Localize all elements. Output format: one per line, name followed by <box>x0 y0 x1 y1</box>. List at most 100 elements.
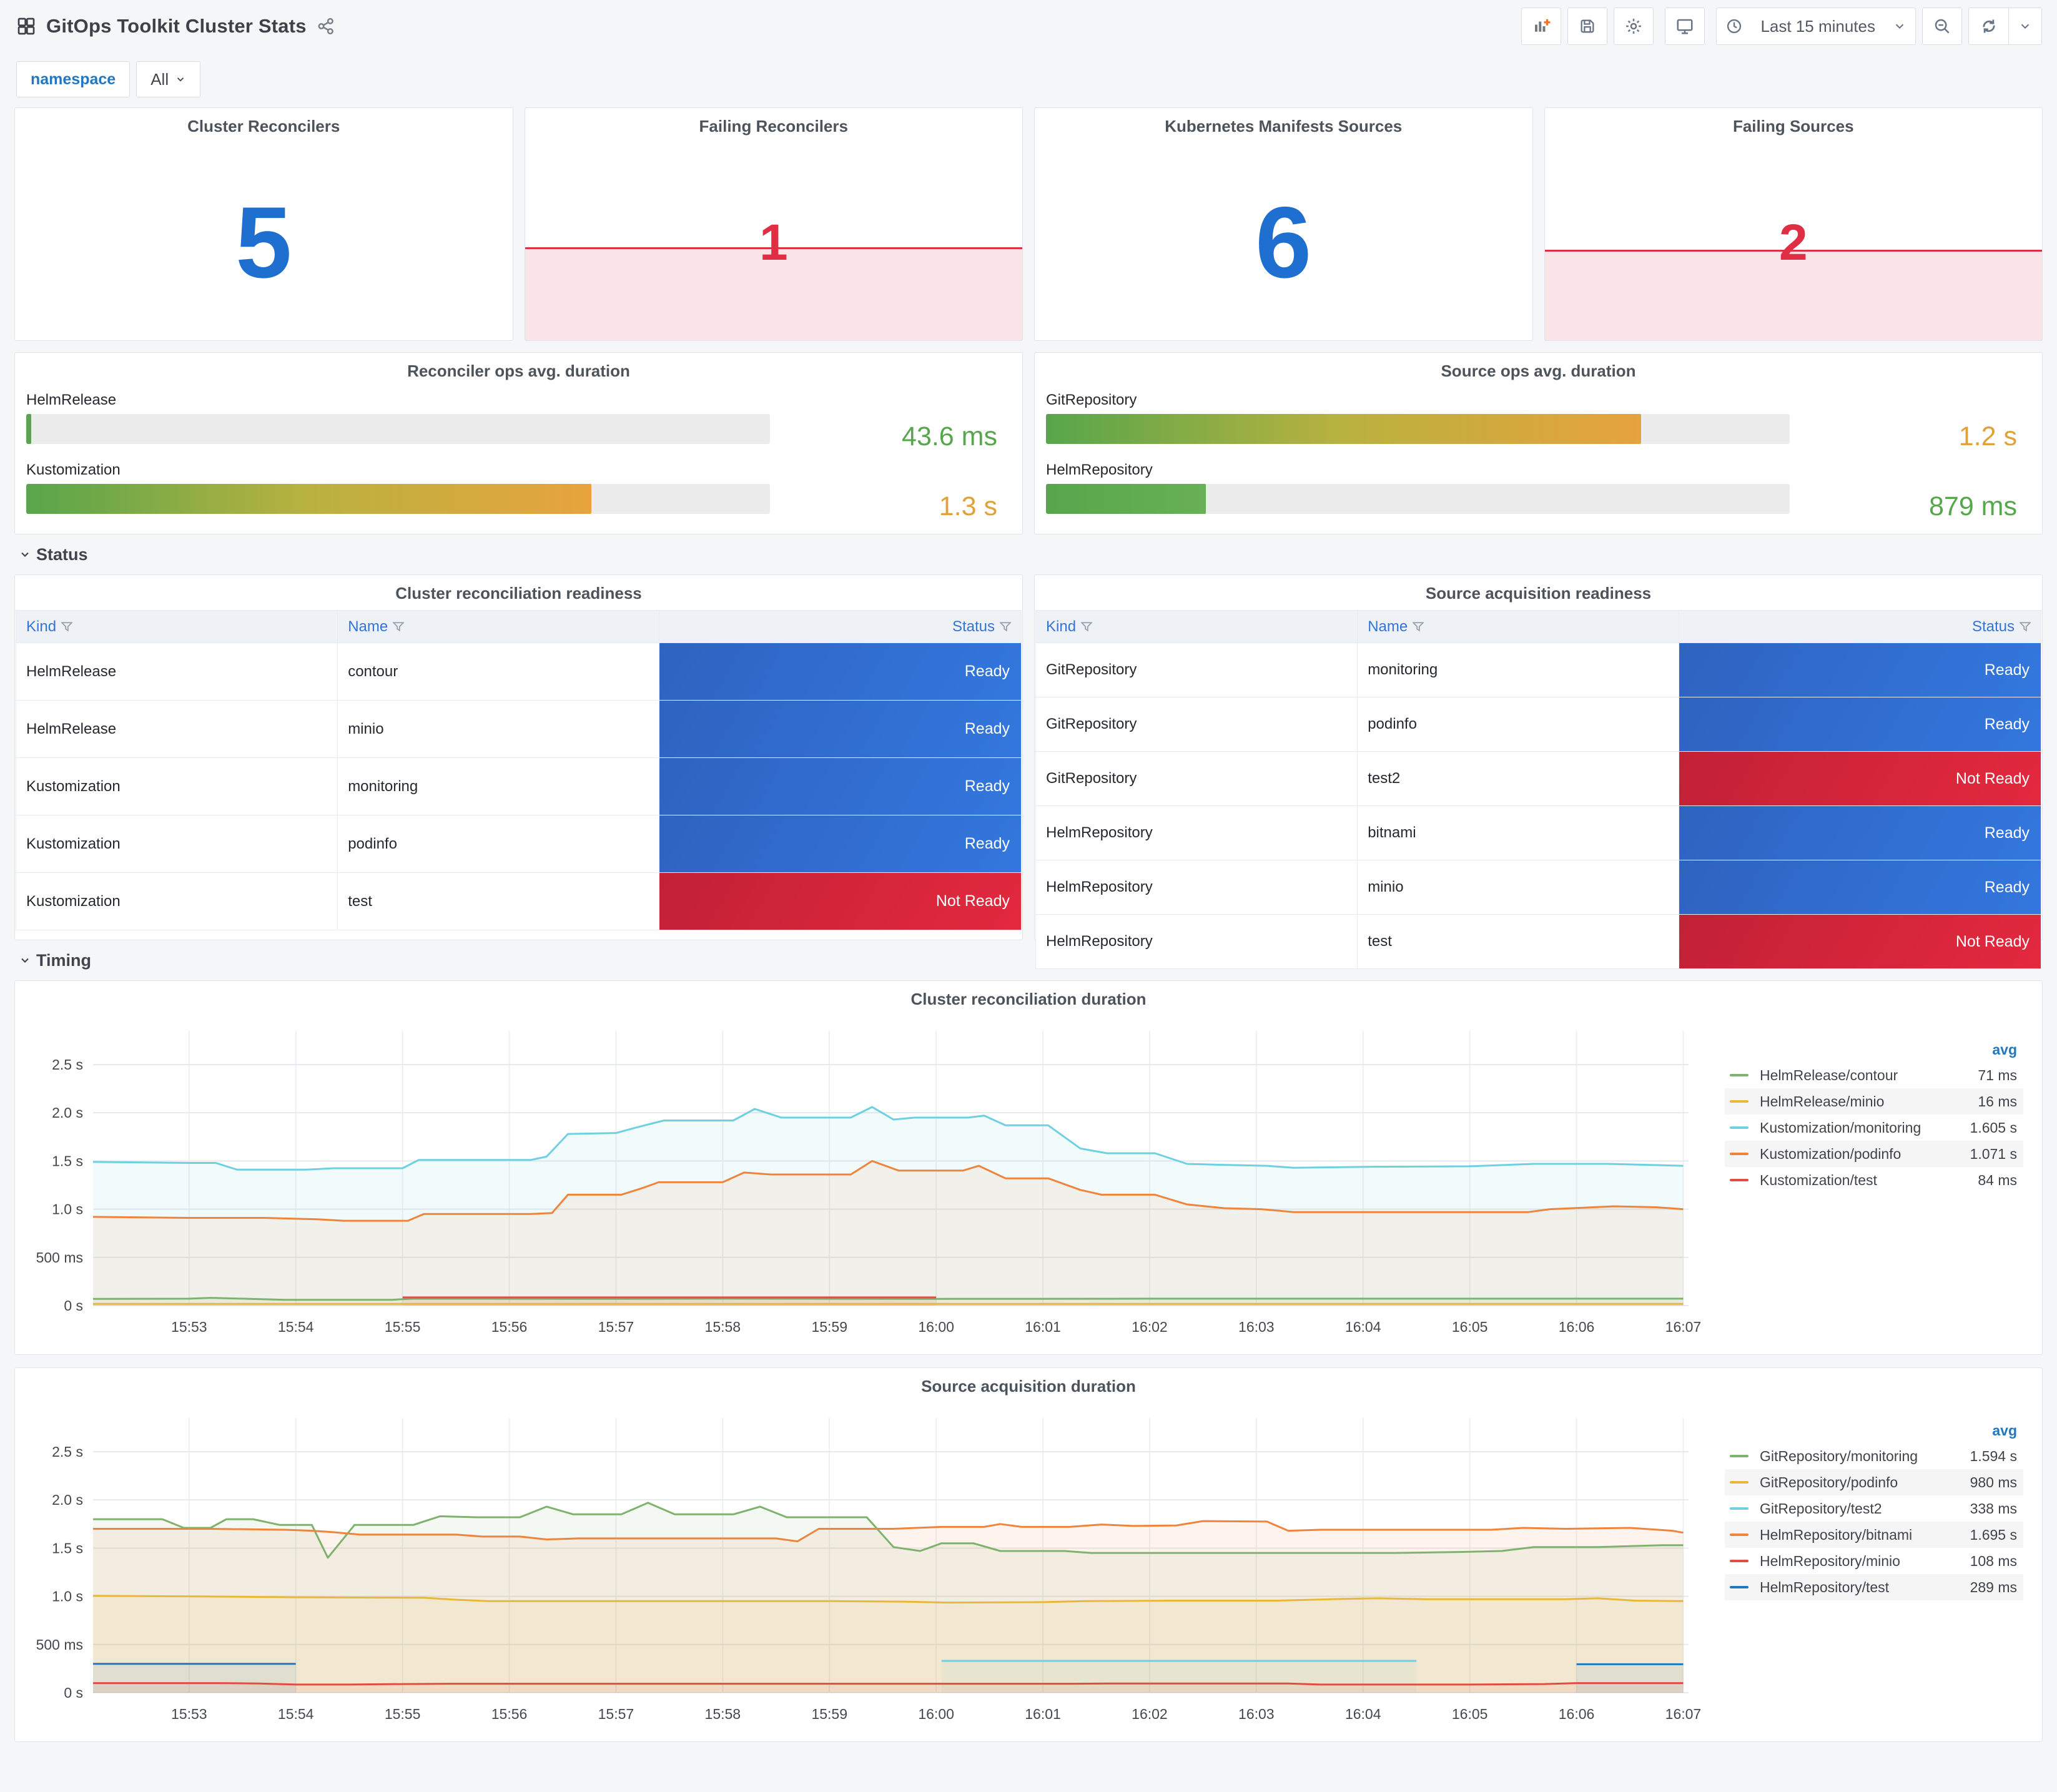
y-axis-tick-label: 2.0 s <box>52 1105 83 1121</box>
column-header-name[interactable]: Name <box>337 610 660 643</box>
legend-item[interactable]: GitRepository/podinfo 980 ms <box>1725 1469 2023 1495</box>
filter-funnel-icon[interactable] <box>61 621 73 632</box>
refresh-interval-dropdown[interactable] <box>2008 7 2042 45</box>
panel-title[interactable]: Failing Sources <box>1545 117 2043 136</box>
y-axis-tick-label: 1.5 s <box>52 1153 83 1169</box>
chevron-down-icon <box>2021 24 2030 29</box>
column-header-kind[interactable]: Kind <box>15 610 338 643</box>
x-axis-tick-label: 15:59 <box>811 1706 847 1722</box>
table-cell: GitRepository <box>1035 751 1358 806</box>
page-title: GitOps Toolkit Cluster Stats <box>46 15 307 37</box>
refresh-button[interactable] <box>1968 7 2008 45</box>
filter-funnel-icon[interactable] <box>1081 621 1093 632</box>
panel-title[interactable]: Reconciler ops avg. duration <box>15 362 1022 381</box>
legend-item[interactable]: HelmRelease/contour 71 ms <box>1725 1062 2023 1088</box>
legend-item[interactable]: Kustomization/podinfo 1.071 s <box>1725 1141 2023 1167</box>
table-row: GitRepository monitoring Ready <box>1035 642 2041 697</box>
legend-item[interactable]: HelmRepository/minio 108 ms <box>1725 1548 2023 1574</box>
cycle-view-mode-button[interactable] <box>1665 7 1705 45</box>
stat-panel-failing-reconcilers: Failing Reconcilers 1 <box>524 107 1023 341</box>
legend-item[interactable]: HelmRepository/bitnami 1.695 s <box>1725 1522 2023 1548</box>
panel-title[interactable]: Cluster reconciliation readiness <box>15 584 1022 603</box>
legend-series-name: GitRepository/podinfo <box>1760 1474 1898 1490</box>
apps-grid-icon[interactable] <box>16 16 36 36</box>
panel-title[interactable]: Kubernetes Manifests Sources <box>1035 117 1532 136</box>
y-axis-tick-label: 500 ms <box>36 1637 83 1653</box>
x-axis-tick-label: 15:53 <box>171 1319 207 1335</box>
panel-title[interactable]: Cluster Reconcilers <box>15 117 513 136</box>
section-header-status[interactable]: Status <box>0 534 2057 574</box>
stat-value: 2 <box>1778 214 1808 271</box>
legend-avg-header[interactable]: avg <box>1725 1037 2023 1062</box>
column-header-kind[interactable]: Kind <box>1035 610 1358 643</box>
table-cell: Kustomization <box>15 757 338 815</box>
legend-avg-header[interactable]: avg <box>1725 1418 2023 1443</box>
legend-series-name: HelmRepository/bitnami <box>1760 1526 1913 1543</box>
save-dashboard-button[interactable] <box>1567 7 1608 45</box>
share-icon[interactable] <box>317 17 335 36</box>
legend-item[interactable]: HelmRepository/test 289 ms <box>1725 1574 2023 1600</box>
chevron-down-icon <box>21 958 29 963</box>
status-cell: Ready <box>659 700 1022 758</box>
bargauge-label: HelmRelease <box>26 391 117 408</box>
tables-row: Cluster reconciliation readiness Kind Nam… <box>14 574 2043 969</box>
legend-series-swatch <box>1730 1455 1749 1457</box>
legend-series-swatch <box>1730 1126 1749 1129</box>
stat-value: 5 <box>235 185 292 299</box>
stat-panel-cluster-reconcilers: Cluster Reconcilers 5 <box>14 107 513 341</box>
x-axis-tick-label: 15:54 <box>278 1706 314 1722</box>
gauge-row: Reconciler ops avg. duration HelmRelease… <box>14 352 2043 534</box>
column-header-status[interactable]: Status <box>1679 610 2041 643</box>
add-panel-button[interactable] <box>1521 7 1562 45</box>
panel-title[interactable]: Failing Reconcilers <box>525 117 1023 136</box>
x-axis-tick-label: 15:55 <box>385 1319 421 1335</box>
status-cell: Ready <box>659 815 1022 873</box>
table-cell: HelmRelease <box>15 700 338 758</box>
legend-series-swatch <box>1730 1534 1749 1536</box>
y-axis-tick-label: 0 s <box>64 1685 83 1701</box>
variable-namespace-value-dropdown[interactable]: All <box>136 61 201 97</box>
bargauge-track <box>26 484 770 514</box>
stat-value: 1 <box>759 214 788 271</box>
legend-item[interactable]: Kustomization/test 84 ms <box>1725 1167 2023 1193</box>
y-axis-tick-label: 2.0 s <box>52 1492 83 1508</box>
time-range-picker[interactable]: Last 15 minutes <box>1716 7 1916 45</box>
table-cell: bitnami <box>1357 805 1680 860</box>
legend-series-name: GitRepository/test2 <box>1760 1500 1882 1517</box>
y-axis-tick-label: 0 s <box>64 1297 83 1314</box>
bargauge-track <box>26 414 770 444</box>
panel-title[interactable]: Source acquisition readiness <box>1035 584 2042 603</box>
filter-funnel-icon[interactable] <box>393 621 405 632</box>
legend-item[interactable]: GitRepository/monitoring 1.594 s <box>1725 1443 2023 1469</box>
filter-funnel-icon[interactable] <box>1413 621 1424 632</box>
panel-title[interactable]: Source ops avg. duration <box>1035 362 2042 381</box>
x-axis-tick-label: 16:03 <box>1238 1319 1275 1335</box>
table-cell: monitoring <box>1357 642 1680 697</box>
column-header-status[interactable]: Status <box>659 610 1022 643</box>
zoom-out-time-button[interactable] <box>1922 7 1962 45</box>
x-axis-tick-label: 16:07 <box>1665 1319 1702 1335</box>
dashboard-settings-button[interactable] <box>1614 7 1654 45</box>
filter-funnel-icon[interactable] <box>1000 621 1011 632</box>
bargauge-rows: GitRepository 1.2 s HelmRepository 879 ms <box>1046 389 2031 525</box>
x-axis-tick-label: 16:07 <box>1665 1706 1702 1722</box>
bargauge-value: 879 ms <box>1928 491 2017 522</box>
chevron-down-icon <box>1895 24 1904 29</box>
legend-series-swatch <box>1730 1153 1749 1155</box>
legend-item[interactable]: Kustomization/monitoring 1.605 s <box>1725 1115 2023 1141</box>
bargauge-label: GitRepository <box>1046 391 1137 408</box>
bargauge-item: Kustomization 1.3 s <box>26 461 1011 529</box>
bargauge-item: HelmRelease 43.6 ms <box>26 391 1011 459</box>
filter-funnel-icon[interactable] <box>2020 621 2031 632</box>
legend-series-name: Kustomization/podinfo <box>1760 1145 1902 1162</box>
table-cell: Kustomization <box>15 815 338 873</box>
column-header-name[interactable]: Name <box>1357 610 1680 643</box>
legend-item[interactable]: HelmRelease/minio 16 ms <box>1725 1088 2023 1115</box>
legend-series-avg: 1.594 s <box>1970 1447 2017 1464</box>
x-axis-tick-label: 15:58 <box>705 1319 741 1335</box>
legend-series-name: HelmRelease/contour <box>1760 1066 1898 1083</box>
variable-namespace-label[interactable]: namespace <box>16 61 131 97</box>
grafana-dashboard: GitOps Toolkit Cluster Stats Last 15 min… <box>0 0 2057 1792</box>
legend-series-name: HelmRepository/test <box>1760 1578 1890 1595</box>
legend-item[interactable]: GitRepository/test2 338 ms <box>1725 1495 2023 1522</box>
